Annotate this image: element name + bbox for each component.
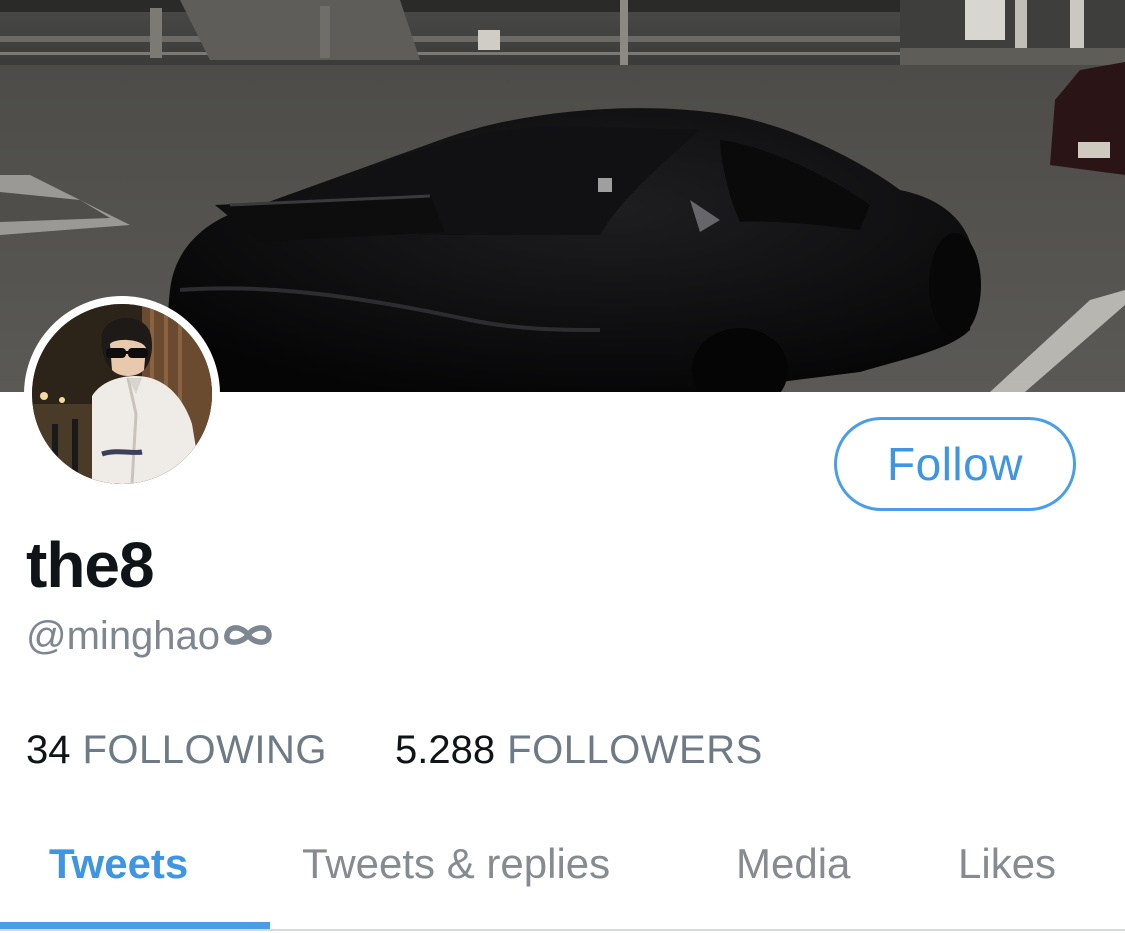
following-stat[interactable]: 34 FOLLOWING <box>26 728 327 773</box>
tabs-divider <box>0 929 1125 931</box>
following-count: 34 <box>26 728 71 772</box>
following-label: FOLLOWING <box>82 728 328 772</box>
active-tab-indicator <box>0 922 270 929</box>
avatar[interactable] <box>24 296 220 492</box>
followers-stat[interactable]: 5.288 FOLLOWERS <box>395 728 763 773</box>
profile-stats: 34 FOLLOWING 5.288 FOLLOWERS <box>26 728 763 773</box>
profile-page: Follow the8 @minghao 34 FOLLOWING 5.288 … <box>0 0 1125 933</box>
tab-tweets-and-replies[interactable]: Tweets & replies <box>302 840 610 888</box>
follow-button[interactable]: Follow <box>834 417 1076 511</box>
tab-tweets[interactable]: Tweets <box>49 840 188 888</box>
tab-likes[interactable]: Likes <box>958 840 1056 888</box>
avatar-photo <box>32 304 212 484</box>
followers-label: FOLLOWERS <box>507 728 763 772</box>
followers-count: 5.288 <box>395 728 496 772</box>
display-name: the8 <box>26 529 155 601</box>
handle-row: @minghao <box>26 614 275 659</box>
infinity-icon <box>221 614 275 659</box>
handle-text: @minghao <box>26 614 221 658</box>
profile-tabs: Tweets Tweets & replies Media Likes <box>0 826 1125 931</box>
tab-media[interactable]: Media <box>736 840 850 888</box>
